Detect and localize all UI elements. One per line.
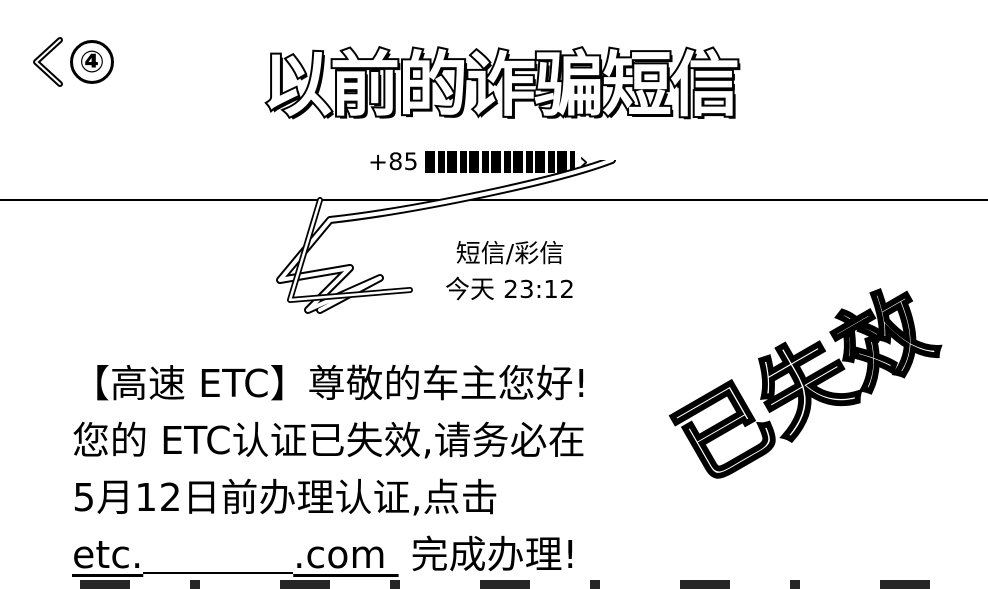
message-time: 今天 23:12 [445, 275, 575, 304]
message-line-1: 【高速 ETC】尊敬的车主您好! [72, 362, 589, 406]
message-body: 【高速 ETC】尊敬的车主您好! 您的 ETC认证已失效,请务必在 5月12日前… [72, 356, 692, 584]
chevron-left-icon [33, 37, 63, 87]
message-line-2: 您的 ETC认证已失效,请务必在 [72, 419, 586, 463]
expired-stamp: 已失效 [657, 270, 953, 504]
message-meta: 短信/彩信 今天 23:12 [380, 236, 640, 308]
back-button[interactable] [26, 36, 70, 88]
cropped-next-line [0, 580, 988, 589]
link-start: etc. [72, 533, 144, 577]
phishing-link[interactable]: etc. .com [72, 533, 399, 577]
page-title: 以前的诈骗短信 [260, 42, 742, 128]
redacted-link [143, 568, 294, 574]
message-line-4: etc. .com 完成办理! [72, 527, 692, 584]
step-badge: ④ [70, 40, 114, 84]
message-type: 短信/彩信 [455, 239, 565, 268]
message-line-3: 5月12日前办理认证,点击 [72, 476, 499, 520]
message-line-4-tail: 完成办理! [398, 533, 578, 577]
link-end: .com [293, 533, 387, 577]
